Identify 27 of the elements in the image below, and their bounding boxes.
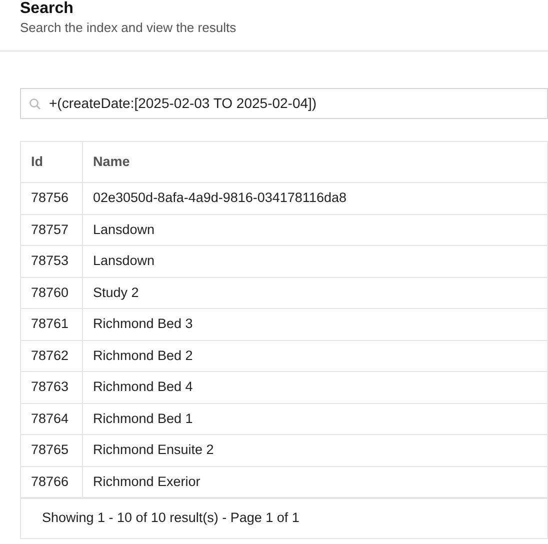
table-cell-text: Richmond Exerior [92,472,202,491]
table-cell-text: Richmond Bed 3 [92,315,194,334]
table-cell: 78757 [21,214,83,245]
table-cell-text: 02e3050d-8afa-4a9d-9816-034178116da8 [92,189,348,208]
column-header: Id [21,142,83,182]
table-cell: 78753 [21,246,83,276]
table-cell: 78756 [21,183,83,214]
table-cell: 78760 [21,278,83,308]
table-cell: 78764 [21,404,83,434]
pagination-summary: Showing 1 - 10 of 10 result(s) - Page 1 of 1 [21,498,547,538]
table-cell-text: Lansdown [92,220,156,239]
page-title: Search [20,0,74,18]
search-icon [29,98,41,110]
table-cell-text: Lansdown [92,252,156,270]
table-cell: 78766 [21,466,83,497]
table-cell: 78763 [21,372,83,402]
table-cell-text: Richmond Bed 1 [92,410,194,428]
table-cell: 78765 [21,435,83,466]
table-cell-text: Richmond Bed 2 [92,346,194,365]
table-cell-text: Richmond Ensuite 2 [92,441,215,460]
column-header: Name [92,152,131,171]
table-cell: 78762 [21,340,83,371]
page-subtitle: Search the index and view the results [20,20,238,36]
table-cell: 78761 [21,309,83,340]
table-cell-text: Richmond Bed 4 [92,378,194,396]
table-cell-text: Study 2 [92,284,140,302]
search-field[interactable]: +(createDate:[2025-02-03 TO 2025-02-04]) [20,88,548,119]
